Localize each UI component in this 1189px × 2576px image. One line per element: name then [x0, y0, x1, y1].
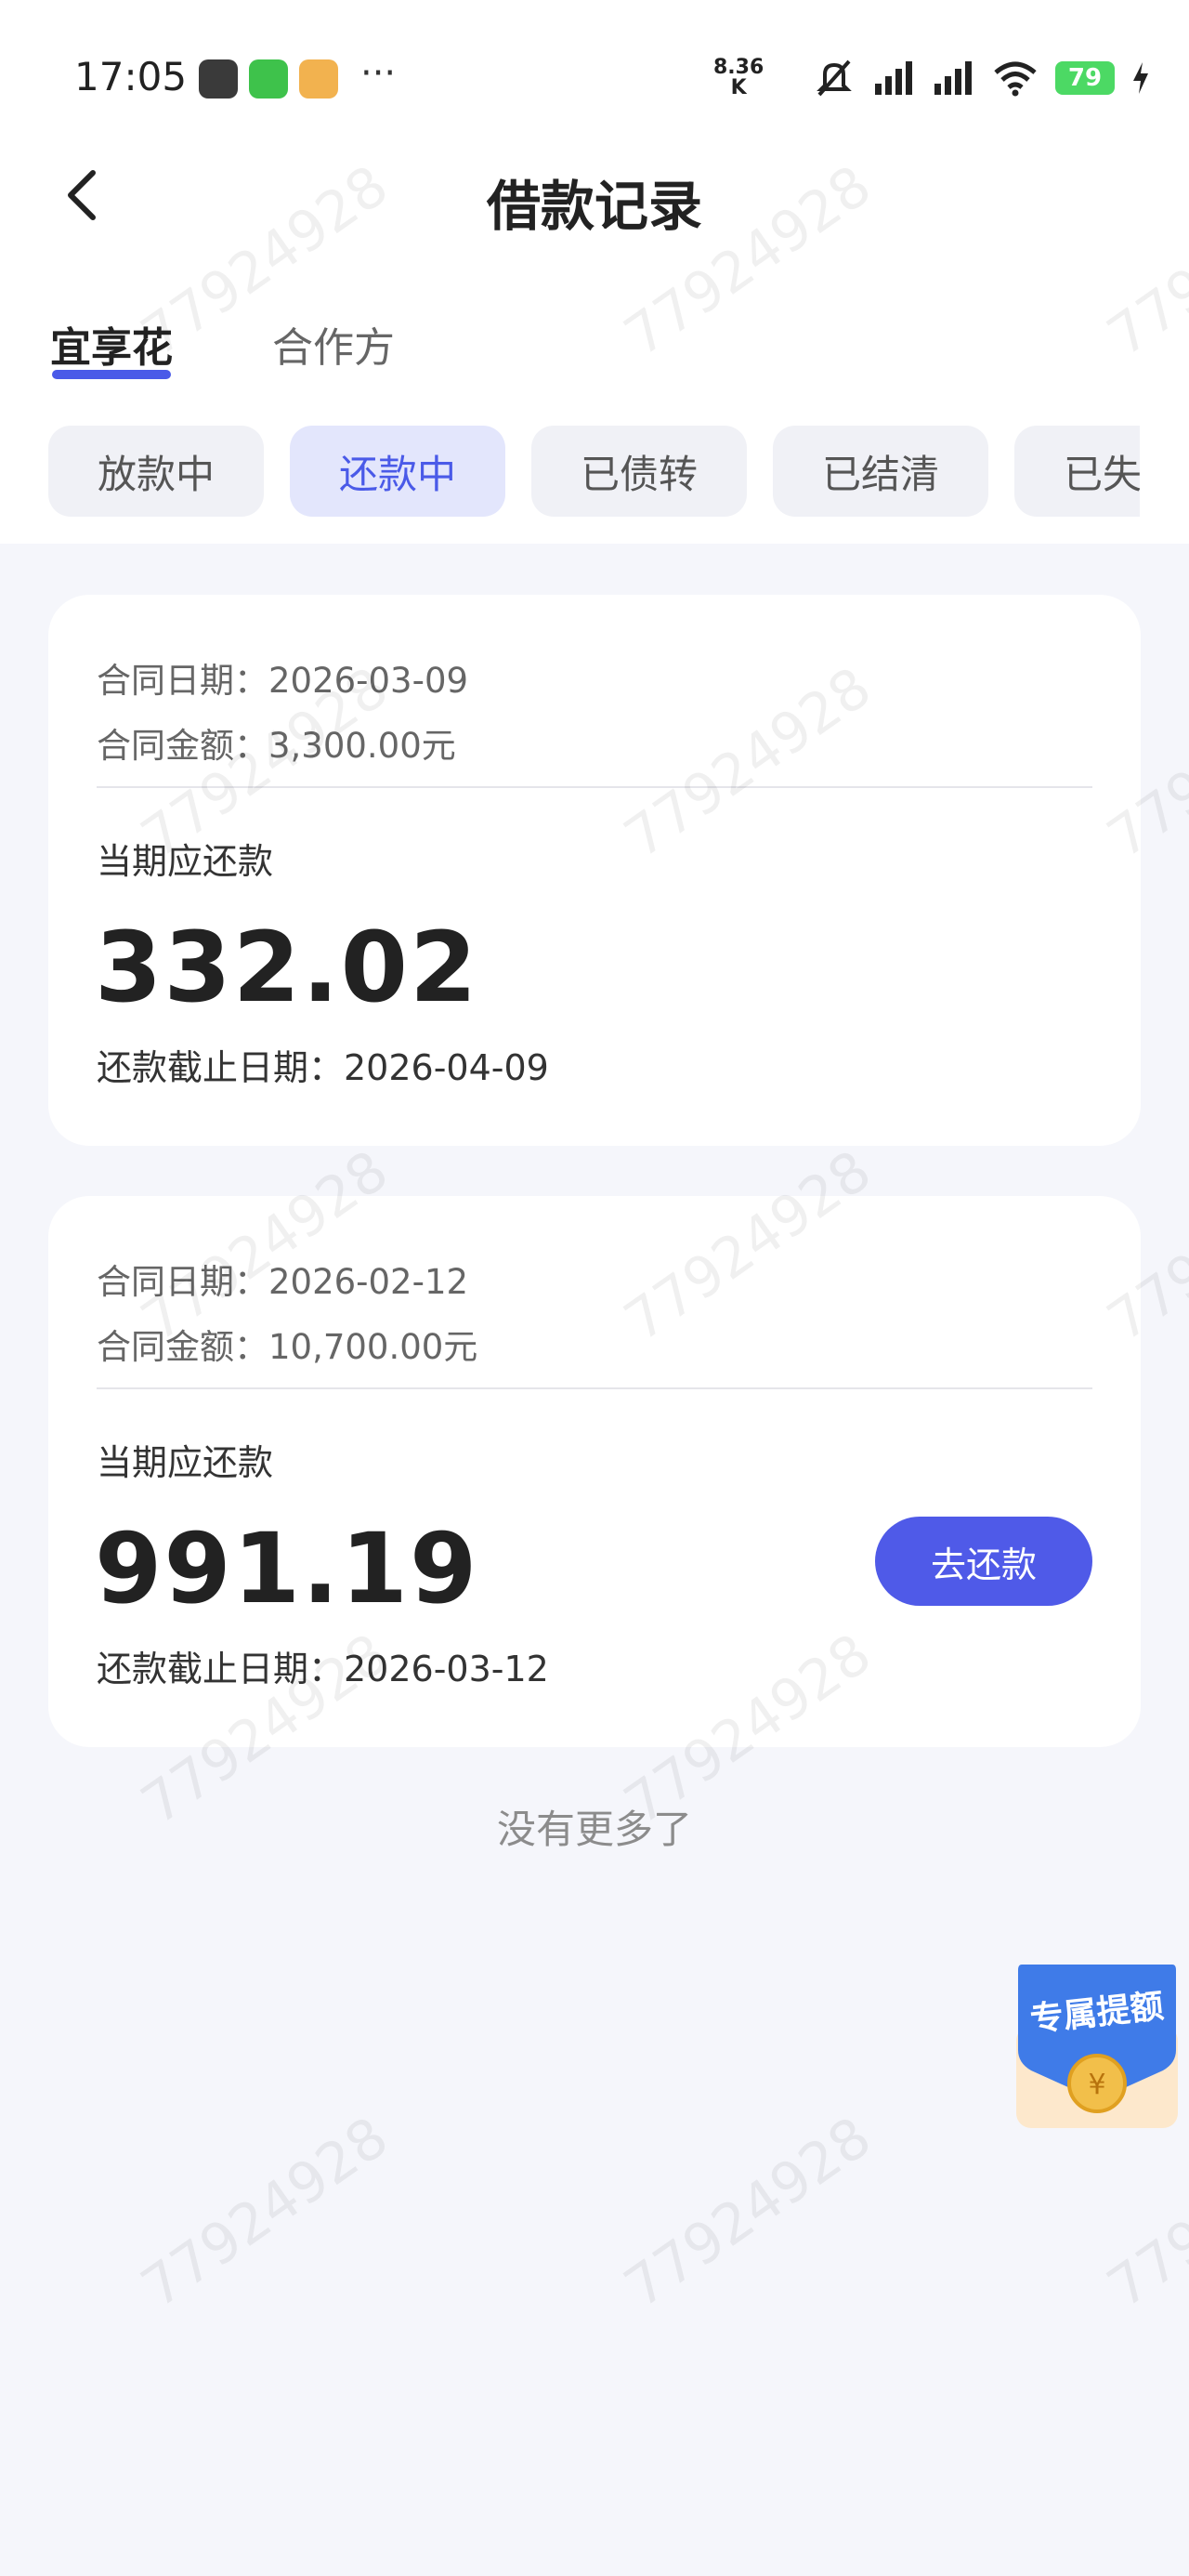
- go-repay-button[interactable]: 去还款: [875, 1517, 1092, 1606]
- chip-debt-transferred[interactable]: 已债转: [531, 426, 747, 517]
- watermark: 77924928: [613, 2104, 883, 2321]
- due-label: 当期应还款: [97, 841, 274, 882]
- network-speed: 8.36 K: [713, 58, 764, 99]
- charging-icon: [1133, 62, 1148, 94]
- battery-indicator: 79: [1055, 61, 1115, 95]
- chip-expired[interactable]: 已失效: [1014, 426, 1140, 517]
- status-filter-chips: 放款中 还款中 已债转 已结清 已失效: [48, 426, 1140, 519]
- chip-repaying[interactable]: 还款中: [290, 426, 505, 517]
- signal-2-icon: [934, 61, 972, 95]
- anime-app-icon: [299, 59, 338, 99]
- status-time: 17:05: [74, 54, 188, 99]
- due-label: 当期应还款: [97, 1442, 274, 1483]
- notification-icons: [199, 59, 338, 99]
- wifi-icon: [994, 61, 1037, 97]
- credit-boost-icon: ¥ 专属提额: [1016, 1965, 1178, 2128]
- due-amount: 991.19: [95, 1512, 479, 1625]
- credit-boost-badge[interactable]: ¥ 专属提额: [1013, 1961, 1182, 2132]
- signal-1-icon: [875, 61, 912, 95]
- card-divider: [97, 1387, 1092, 1389]
- wechat-app-icon: [249, 59, 288, 99]
- watermark: 77924928: [130, 2104, 400, 2321]
- contract-date: 合同日期：2026-03-09: [97, 661, 469, 701]
- recorder-app-icon: [199, 59, 238, 99]
- tab-yixianghua[interactable]: 宜享花: [50, 314, 173, 374]
- page-title: 借款记录: [486, 175, 702, 238]
- network-speed-value: 8.36: [713, 56, 764, 79]
- watermark: 77924928: [1096, 2104, 1189, 2321]
- no-more-text: 没有更多了: [496, 1807, 692, 1852]
- loan-card[interactable]: 合同日期：2026-02-12 合同金额：10,700.00元 当期应还款 99…: [48, 1196, 1141, 1747]
- contract-amount: 合同金额：3,300.00元: [97, 726, 456, 766]
- contract-date: 合同日期：2026-02-12: [97, 1262, 469, 1302]
- chip-disbursing[interactable]: 放款中: [48, 426, 264, 517]
- mute-icon: [817, 59, 852, 97]
- due-amount: 332.02: [95, 911, 479, 1024]
- more-notifications-icon: ···: [360, 52, 397, 95]
- active-tab-indicator: [52, 370, 171, 379]
- svg-text:¥: ¥: [1088, 2069, 1105, 2101]
- network-speed-unit: K: [730, 76, 747, 99]
- card-divider: [97, 786, 1092, 788]
- status-right: 79: [812, 58, 1150, 99]
- contract-amount: 合同金额：10,700.00元: [97, 1327, 478, 1367]
- repay-deadline: 还款截止日期：2026-04-09: [97, 1047, 549, 1088]
- repay-deadline: 还款截止日期：2026-03-12: [97, 1649, 549, 1689]
- tab-partner[interactable]: 合作方: [272, 314, 395, 374]
- loan-card[interactable]: 合同日期：2026-03-09 合同金额：3,300.00元 当期应还款 332…: [48, 595, 1141, 1146]
- chip-settled[interactable]: 已结清: [773, 426, 988, 517]
